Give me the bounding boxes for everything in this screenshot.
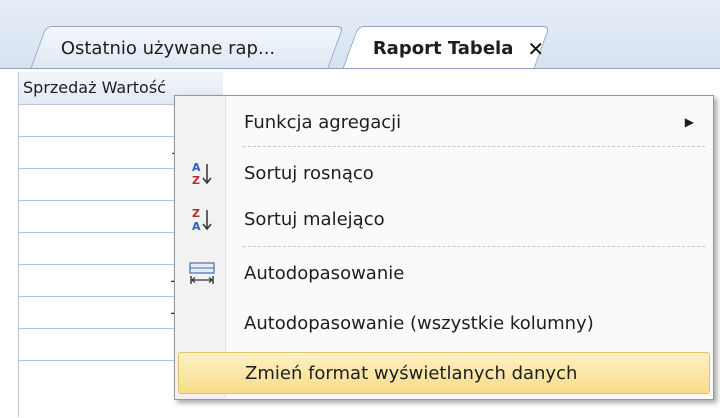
svg-text:Z: Z <box>192 207 200 220</box>
menu-item-label: Zmień format wyświetlanych danych <box>245 362 578 384</box>
tab-label: Ostatnio używane rap... <box>60 37 276 59</box>
context-menu: Funkcja agregacji ▶ A Z Sortuj rosnąco Z… <box>174 95 714 400</box>
menu-item-label: Sortuj rosnąco <box>244 162 374 184</box>
menu-item-label: Autodopasowanie <box>244 262 405 284</box>
svg-text:Z: Z <box>192 174 200 186</box>
tab-report-table[interactable]: Raport Tabela ✕ <box>341 26 551 70</box>
menu-item-aggregation-function[interactable]: Funkcja agregacji ▶ <box>178 102 708 142</box>
svg-text:A: A <box>192 220 201 232</box>
menu-item-sort-ascending[interactable]: A Z Sortuj rosnąco <box>178 153 708 193</box>
menu-separator <box>243 246 705 247</box>
menu-item-label: Autodopasowanie (wszystkie kolumny) <box>244 312 594 334</box>
tab-recent-reports[interactable]: Ostatnio używane rap... <box>30 26 344 69</box>
menu-item-autofit[interactable]: Autodopasowanie <box>178 253 708 293</box>
sort-descending-icon: Z A <box>178 206 226 232</box>
sort-ascending-icon: A Z <box>178 160 226 186</box>
svg-text:A: A <box>192 161 201 174</box>
menu-item-change-display-format[interactable]: Zmień format wyświetlanych danych <box>178 352 710 394</box>
menu-item-sort-descending[interactable]: Z A Sortuj malejąco <box>178 199 708 239</box>
close-icon[interactable]: ✕ <box>527 37 544 61</box>
submenu-arrow-icon: ▶ <box>684 115 694 129</box>
autofit-icon <box>178 261 226 285</box>
tab-label: Raport Tabela <box>372 38 514 59</box>
menu-separator <box>243 146 705 147</box>
tab-strip: Ostatnio używane rap... Raport Tabela ✕ <box>0 0 720 70</box>
menu-item-label: Funkcja agregacji <box>244 111 402 133</box>
menu-item-label: Sortuj malejąco <box>244 208 385 230</box>
menu-item-autofit-all-columns[interactable]: Autodopasowanie (wszystkie kolumny) <box>178 303 708 343</box>
